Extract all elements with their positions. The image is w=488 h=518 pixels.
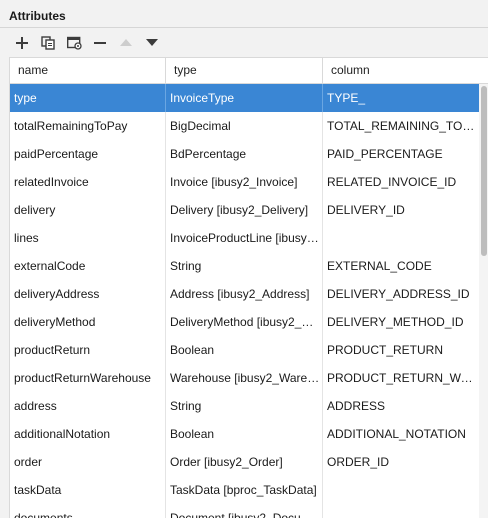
attribute-column-cell	[323, 504, 479, 518]
attribute-type-cell: Warehouse [ibusy2_Warehouse]	[166, 364, 323, 392]
attribute-name-cell: type	[10, 84, 166, 112]
table-row[interactable]: documents Document [ibusy2_Document]	[10, 504, 488, 518]
column-header-name[interactable]: name	[10, 58, 166, 83]
attribute-column-cell: PRODUCT_RETURN_WAREHOUSE_ID	[327, 371, 479, 385]
attribute-type-cell: Order [ibusy2_Order]	[166, 448, 323, 476]
edit-attribute-button[interactable]	[61, 32, 87, 54]
attribute-name-cell: taskData	[10, 476, 166, 504]
vertical-scrollbar[interactable]	[479, 84, 488, 518]
attribute-type-cell: Boolean	[166, 420, 323, 448]
table-row[interactable]: additionalNotation Boolean ADDITIONAL_NOTA…	[10, 420, 488, 448]
attribute-column-cell: ORDER_ID	[327, 455, 390, 469]
copy-attribute-button[interactable]	[35, 32, 61, 54]
attribute-name-cell: order	[10, 448, 166, 476]
minus-icon	[94, 42, 106, 44]
attribute-name-cell: deliveryAddress	[10, 280, 166, 308]
table-header: name type column	[10, 58, 488, 84]
table-row[interactable]: productReturn Boolean PRODUCT_RETURN	[10, 336, 488, 364]
attribute-column-cell: DELIVERY_ADDRESS_ID	[327, 287, 470, 301]
column-header-column[interactable]: column	[323, 58, 479, 83]
attribute-name-cell: externalCode	[10, 252, 166, 280]
attribute-column-cell: RELATED_INVOICE_ID	[327, 175, 457, 189]
table-row[interactable]: linesInvoiceProductLine [ibusy2_InvoiceP…	[10, 224, 488, 252]
scrollbar-thumb[interactable]	[481, 86, 487, 256]
column-header-type[interactable]: type	[166, 58, 323, 83]
attribute-type-cell: Boolean	[166, 336, 323, 364]
attribute-column-cell	[323, 224, 479, 252]
attribute-column-cell: ADDITIONAL_NOTATION	[327, 427, 466, 441]
table-row[interactable]: deliveryMethod DeliveryMethod [ibusy2_Del…	[10, 308, 488, 336]
remove-attribute-button[interactable]	[87, 32, 113, 54]
table-row[interactable]: externalCode String EXTERNAL_CODE	[10, 252, 488, 280]
table-row[interactable]: totalRemainingToPay BigDecimal TOTAL_REMAI…	[10, 112, 488, 140]
move-down-button[interactable]	[139, 32, 165, 54]
attribute-column-cell: PAID_PERCENTAGE	[327, 147, 443, 161]
table-row[interactable]: delivery Delivery [ibusy2_Delivery] DELIVE…	[10, 196, 488, 224]
attribute-column-cell: EXTERNAL_CODE	[327, 259, 432, 273]
attribute-name-cell: productReturn	[10, 336, 166, 364]
table-row[interactable]: taskData TaskData [bproc_TaskData]	[10, 476, 488, 504]
attribute-name-cell: delivery	[10, 196, 166, 224]
title-divider	[0, 27, 488, 28]
plus-icon	[16, 37, 28, 49]
table-row[interactable]: order Order [ibusy2_Order] ORDER_ID	[10, 448, 488, 476]
attribute-name-cell: deliveryMethod	[10, 308, 166, 336]
attribute-name-cell: paidPercentage	[10, 140, 166, 168]
edit-window-icon	[66, 36, 82, 50]
table-row[interactable]: paidPercentage BdPercentage PAID_PERCENTAG…	[10, 140, 488, 168]
attribute-type-cell: InvoiceProductLine [ibusy2_InvoiceProduc…	[166, 224, 323, 252]
attribute-type-cell: TaskData [bproc_TaskData]	[166, 476, 323, 504]
attribute-column-cell: ADDRESS	[327, 399, 386, 413]
attribute-type-cell: Delivery [ibusy2_Delivery]	[166, 196, 323, 224]
attribute-name-cell: address	[10, 392, 166, 420]
attribute-type-cell: String	[166, 252, 323, 280]
attribute-column-cell: DELIVERY_METHOD_ID	[327, 315, 464, 329]
attribute-name-cell: lines	[10, 224, 166, 252]
attribute-name-cell: documents	[10, 504, 166, 518]
copy-icon	[41, 36, 55, 50]
table-row[interactable]: relatedInvoice Invoice [ibusy2_Invoice] RE…	[10, 168, 488, 196]
table-row[interactable]: type InvoiceType TYPE_	[10, 84, 488, 112]
move-up-icon	[120, 39, 132, 46]
attribute-type-cell: Invoice [ibusy2_Invoice]	[166, 168, 323, 196]
attribute-column-cell: PRODUCT_RETURN	[327, 343, 444, 357]
attribute-type-cell: String	[166, 392, 323, 420]
attribute-name-cell: totalRemainingToPay	[10, 112, 166, 140]
attribute-type-cell: BigDecimal	[166, 112, 323, 140]
attribute-column-cell: DELIVERY_ID	[327, 203, 405, 217]
table-row[interactable]: productReturnWarehouse Warehouse [ibusy2_…	[10, 364, 488, 392]
attribute-name-cell: relatedInvoice	[10, 168, 166, 196]
attribute-type-cell: InvoiceType	[166, 84, 323, 112]
attribute-type-cell: Address [ibusy2_Address]	[166, 280, 323, 308]
attribute-name-cell: productReturnWarehouse	[10, 364, 166, 392]
attribute-column-cell	[323, 476, 479, 504]
attribute-column-cell: TOTAL_REMAINING_TO_PAY	[327, 119, 479, 133]
attribute-type-cell: BdPercentage	[166, 140, 323, 168]
attributes-toolbar	[9, 32, 165, 54]
attributes-table: name type column type InvoiceType TYPE_tot…	[9, 57, 488, 518]
move-up-button[interactable]	[113, 32, 139, 54]
attribute-name-cell: additionalNotation	[10, 420, 166, 448]
attributes-section-title: Attributes	[9, 9, 66, 23]
add-attribute-button[interactable]	[9, 32, 35, 54]
table-row[interactable]: address String ADDRESS	[10, 392, 488, 420]
attribute-column-cell: TYPE_	[327, 91, 366, 105]
table-row[interactable]: deliveryAddress Address [ibusy2_Address] D…	[10, 280, 488, 308]
attribute-type-cell: Document [ibusy2_Document]	[166, 504, 323, 518]
attribute-type-cell: DeliveryMethod [ibusy2_DeliveryMethod]	[166, 308, 323, 336]
move-down-icon	[146, 39, 158, 46]
